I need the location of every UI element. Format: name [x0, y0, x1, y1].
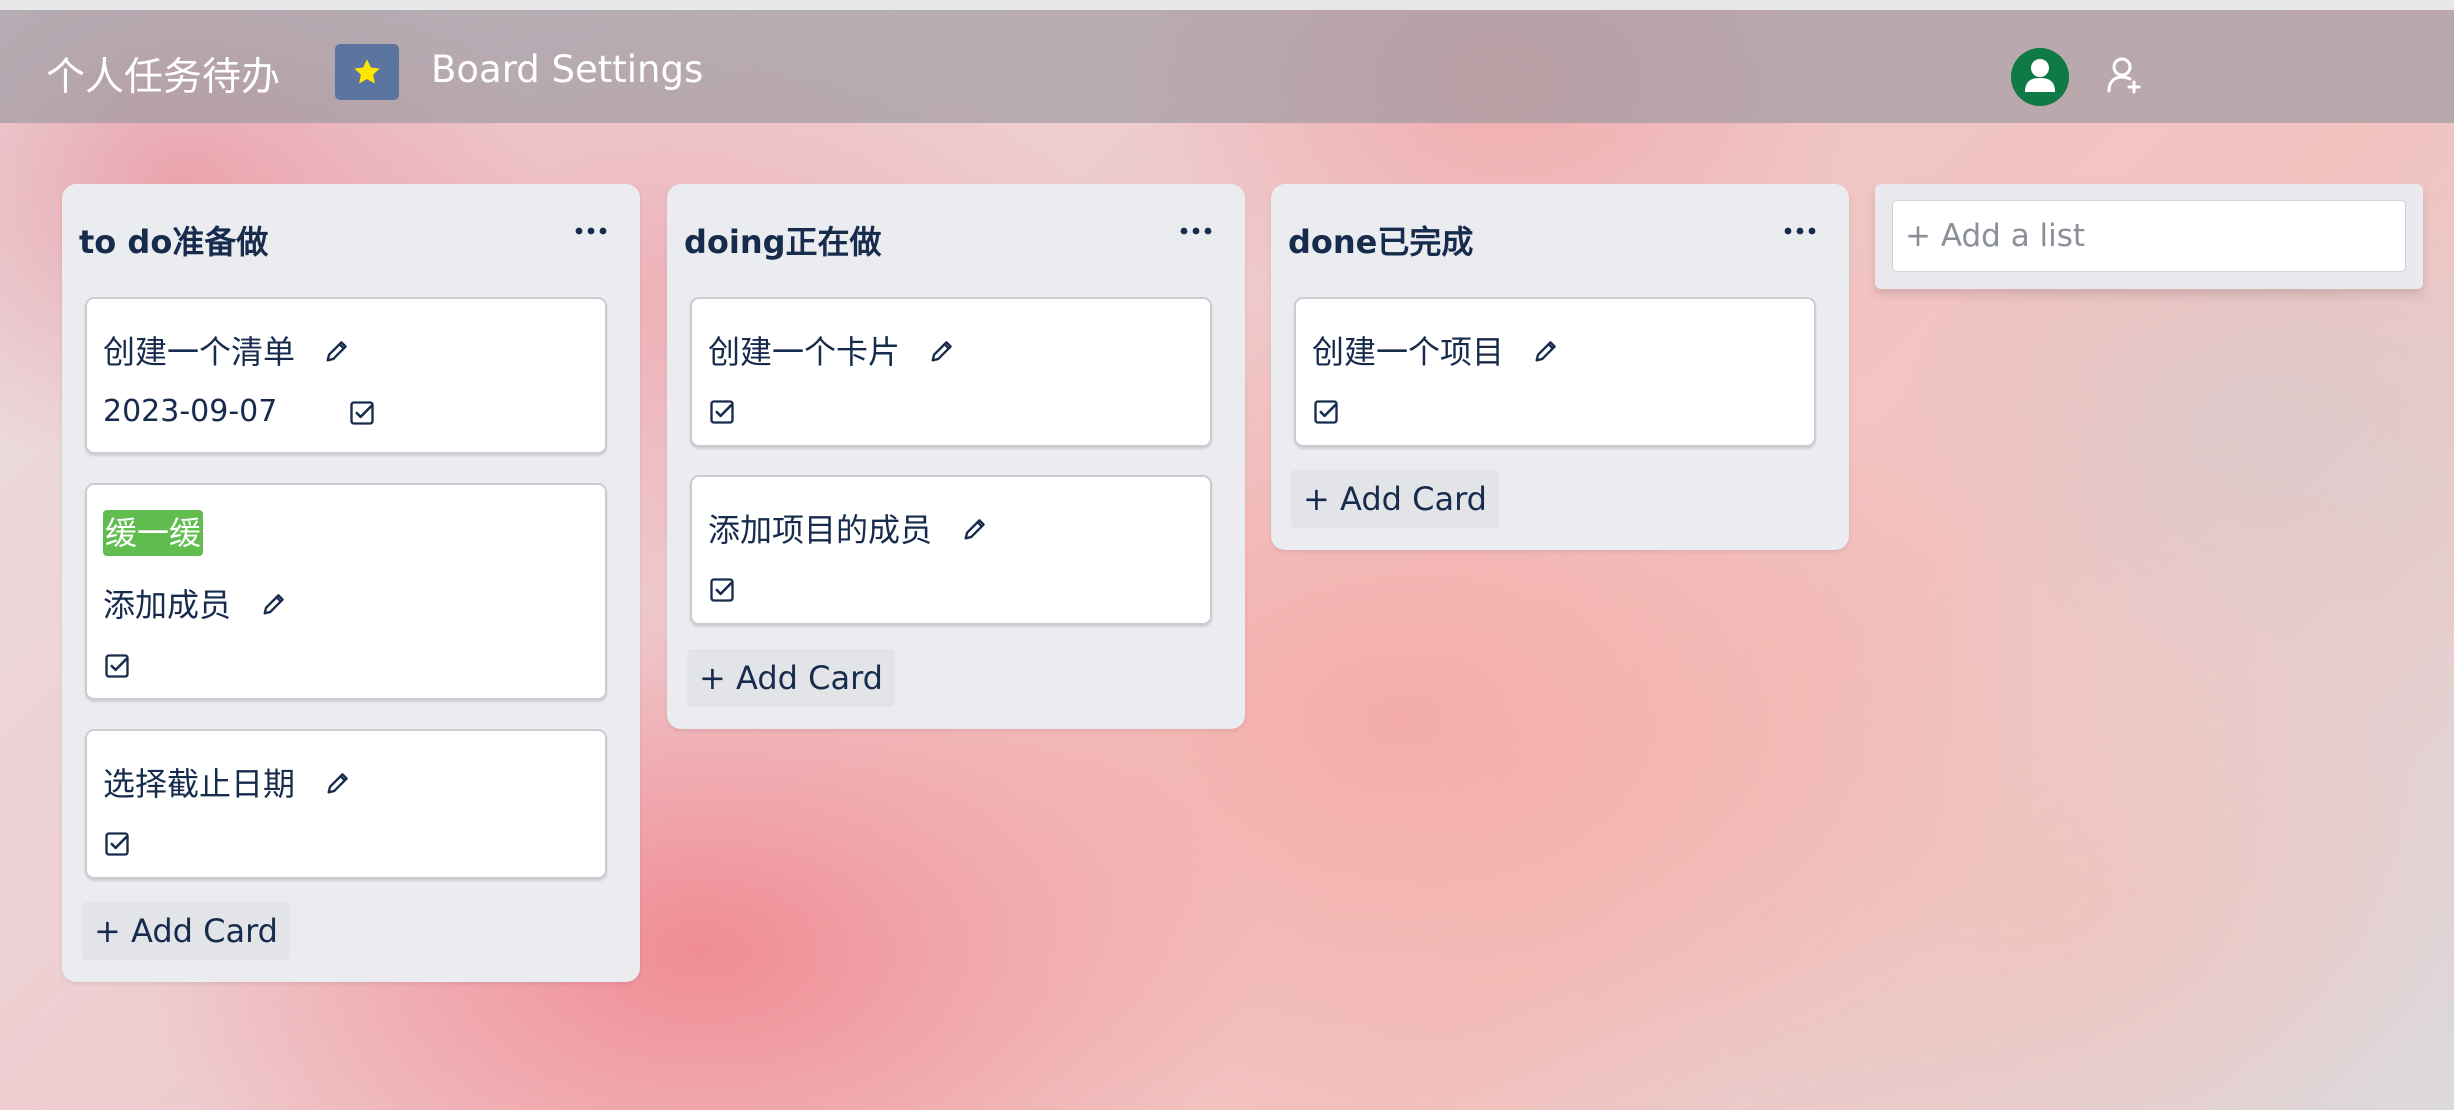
card[interactable]: 选择截止日期	[85, 729, 607, 879]
checkbox-icon[interactable]	[708, 576, 736, 604]
list-title[interactable]: done已完成	[1288, 217, 1473, 263]
card-title: 选择截止日期	[103, 765, 296, 803]
board-title[interactable]: 个人任务待办	[46, 46, 280, 102]
ellipsis-icon[interactable]	[1179, 224, 1213, 238]
add-card-button[interactable]: + Add Card	[687, 649, 895, 707]
card-title: 添加项目的成员	[708, 511, 933, 549]
card-title: 创建一个清单	[103, 333, 296, 371]
add-list-input[interactable]	[1892, 200, 2406, 272]
edit-pencil-icon[interactable]	[961, 515, 989, 543]
edit-pencil-icon[interactable]	[323, 337, 351, 365]
card-title: 创建一个卡片	[708, 333, 901, 371]
checkbox-icon[interactable]	[103, 830, 131, 858]
card[interactable]: 添加项目的成员	[690, 475, 1212, 625]
edit-pencil-icon[interactable]	[1532, 337, 1560, 365]
list-title[interactable]: doing正在做	[684, 217, 882, 263]
board-settings-button[interactable]: Board Settings	[431, 48, 703, 91]
checkbox-icon[interactable]	[103, 652, 131, 680]
card[interactable]: 创建一个卡片	[690, 297, 1212, 447]
card[interactable]: 创建一个项目	[1294, 297, 1816, 447]
list-done: done已完成 创建一个项目 + Add Card	[1271, 184, 1849, 550]
checkbox-icon[interactable]	[1312, 398, 1340, 426]
checkbox-icon[interactable]	[348, 399, 376, 427]
top-border	[0, 0, 2454, 10]
card-title: 创建一个项目	[1312, 333, 1505, 371]
checkbox-icon[interactable]	[708, 398, 736, 426]
ellipsis-icon[interactable]	[574, 224, 608, 238]
card[interactable]: 缓一缓 添加成员	[85, 483, 607, 700]
add-user-icon[interactable]	[2105, 54, 2145, 96]
user-avatar-icon[interactable]	[2011, 48, 2069, 106]
add-card-button[interactable]: + Add Card	[1291, 470, 1499, 528]
card-title: 添加成员	[103, 586, 232, 624]
card-due-date: 2023-09-07	[103, 394, 278, 429]
list-title[interactable]: to do准备做	[79, 217, 268, 263]
edit-pencil-icon[interactable]	[324, 769, 352, 797]
list-doing: doing正在做 创建一个卡片 添加项目的成员 + Add Card	[667, 184, 1245, 729]
ellipsis-icon[interactable]	[1783, 224, 1817, 238]
card[interactable]: 创建一个清单 2023-09-07	[85, 297, 607, 454]
board-header: 个人任务待办 Board Settings	[0, 10, 2454, 123]
add-card-button[interactable]: + Add Card	[82, 902, 290, 960]
star-board-button[interactable]	[335, 44, 399, 100]
edit-pencil-icon[interactable]	[260, 590, 288, 618]
star-icon	[354, 59, 380, 84]
card-label: 缓一缓	[103, 510, 204, 556]
edit-pencil-icon[interactable]	[928, 337, 956, 365]
list-todo: to do准备做 创建一个清单 2023-09-07 缓一缓 添加成员 选择截止…	[62, 184, 640, 982]
add-list-panel	[1875, 184, 2423, 289]
